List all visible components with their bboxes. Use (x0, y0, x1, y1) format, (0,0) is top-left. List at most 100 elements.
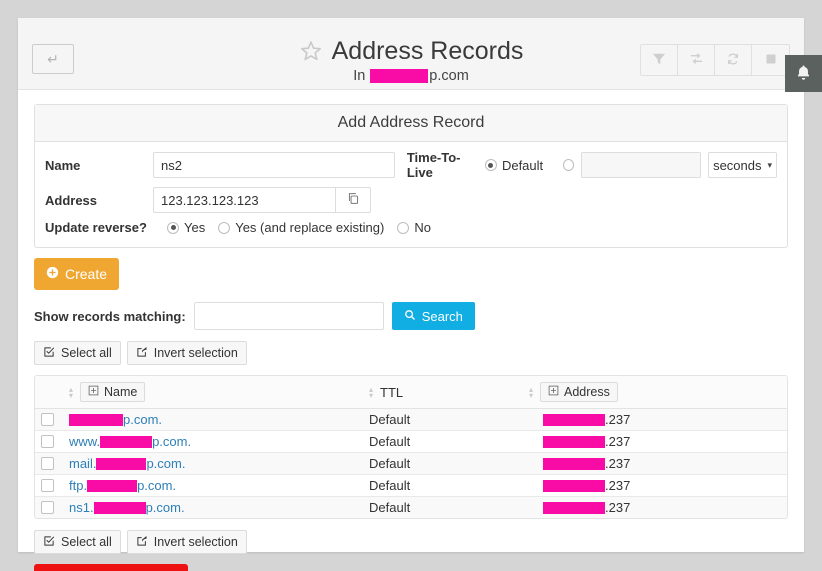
record-name-suffix: p.com. (146, 456, 185, 471)
table-header-row: ▴▾ Name (35, 376, 787, 409)
record-name-suffix: p.com. (123, 412, 162, 427)
redacted-domain (87, 480, 137, 492)
selection-toolbar-top: Select all Invert selection (34, 341, 788, 365)
record-address-suffix: .237 (605, 412, 630, 427)
record-name-link[interactable]: www.p.com. (69, 434, 191, 449)
select-all-button-top[interactable]: Select all (34, 341, 121, 365)
row-checkbox[interactable] (41, 435, 54, 448)
ttl-custom-radio[interactable] (563, 159, 574, 171)
search-icon (404, 309, 416, 324)
column-name-button[interactable]: Name (80, 382, 145, 402)
panel-body: Name Time-To-Live Default seconds (35, 142, 787, 247)
search-row: Show records matching: Search (34, 302, 788, 330)
filter-button[interactable] (641, 45, 678, 75)
update-reverse-option-yes[interactable]: Yes (167, 220, 205, 235)
redacted-domain (69, 414, 123, 426)
check-square-icon (43, 346, 55, 361)
redacted-address (543, 414, 605, 426)
ttl-default-option[interactable]: Default (485, 158, 543, 173)
row-checkbox-cell (35, 497, 63, 519)
update-reverse-label: Update reverse? (45, 220, 167, 235)
record-address-suffix: .237 (605, 500, 630, 515)
sort-ttl-icon[interactable]: ▴▾ (369, 387, 373, 398)
ttl-group: Time-To-Live Default seconds ▾ (407, 150, 777, 180)
record-name-link[interactable]: p.com. (69, 412, 162, 427)
create-button[interactable]: Create (34, 258, 119, 290)
main-card: ↵ Address Records In p.com (18, 18, 804, 552)
swap-icon (689, 51, 704, 69)
record-name-prefix: mail. (69, 456, 96, 471)
redacted-domain (100, 436, 152, 448)
ttl-unit-value: seconds (713, 158, 761, 173)
address-input[interactable] (153, 187, 335, 213)
bell-icon (795, 64, 812, 84)
column-address-button[interactable]: Address (540, 382, 618, 402)
copy-address-button[interactable] (335, 187, 371, 213)
ttl-unit-select[interactable]: seconds ▾ (708, 152, 777, 178)
row-checkbox[interactable] (41, 413, 54, 426)
table-row: ftp.p.com.Default.237 (35, 475, 787, 497)
table-row: mail.p.com.Default.237 (35, 453, 787, 475)
update-reverse-radio-replace[interactable] (218, 222, 230, 234)
row-name-cell: ns1.p.com. (63, 497, 363, 519)
table-row: p.com. Default .237 (35, 409, 787, 431)
header-address-col: ▴▾ Address (523, 376, 787, 409)
sort-address-icon[interactable]: ▴▾ (529, 387, 533, 398)
notifications-button[interactable] (785, 55, 822, 92)
search-label: Show records matching: (34, 309, 186, 324)
update-reverse-radio-no[interactable] (397, 222, 409, 234)
row-checkbox[interactable] (41, 501, 54, 514)
table-body: p.com.Default.237www.p.com.Default.237ma… (35, 409, 787, 519)
sort-name-icon[interactable]: ▴▾ (69, 387, 73, 398)
plus-square-icon (88, 385, 99, 399)
search-input[interactable] (194, 302, 384, 330)
record-address-suffix: .237 (605, 456, 630, 471)
header-toolbar (640, 44, 790, 76)
ttl-custom-input[interactable] (581, 152, 701, 178)
page-root: ↵ Address Records In p.com (0, 0, 822, 571)
record-name-prefix: www. (69, 434, 100, 449)
copy-icon (347, 192, 360, 208)
search-button[interactable]: Search (392, 302, 475, 330)
update-reverse-row: Update reverse? Yes Yes (and replace exi… (45, 220, 777, 235)
invert-selection-label-bottom: Invert selection (154, 535, 238, 549)
ttl-default-radio[interactable] (485, 159, 497, 171)
invert-icon (136, 535, 148, 550)
check-square-icon (43, 535, 55, 550)
record-name-link[interactable]: ftp.p.com. (69, 478, 176, 493)
update-reverse-option-replace[interactable]: Yes (and replace existing) (218, 220, 384, 235)
update-reverse-label-yes: Yes (184, 220, 205, 235)
redacted-domain (94, 502, 146, 514)
select-all-button-bottom[interactable]: Select all (34, 530, 121, 554)
swap-button[interactable] (678, 45, 715, 75)
address-label: Address (45, 193, 153, 208)
row-ttl-cell: Default (363, 409, 523, 431)
add-address-panel: Add Address Record Name Time-To-Live Def… (34, 104, 788, 248)
update-reverse-label-replace: Yes (and replace existing) (235, 220, 384, 235)
plus-circle-icon (46, 266, 59, 282)
subtitle-prefix: In (353, 68, 365, 84)
update-reverse-radio-yes[interactable] (167, 222, 179, 234)
update-reverse-label-no: No (414, 220, 431, 235)
footer-actions: Delete Selected ✔ Delete reverses too? (34, 564, 788, 571)
stop-button[interactable] (752, 45, 789, 75)
invert-selection-button-bottom[interactable]: Invert selection (127, 530, 247, 554)
header-checkbox-col (35, 376, 63, 409)
star-outline-icon[interactable] (299, 39, 323, 63)
name-input[interactable] (153, 152, 395, 178)
row-checkbox[interactable] (41, 457, 54, 470)
records-table-wrapper: ▴▾ Name (34, 375, 788, 519)
delete-selected-button[interactable]: Delete Selected (34, 564, 188, 571)
row-ttl-cell: Default (363, 431, 523, 453)
invert-selection-label-top: Invert selection (154, 346, 238, 360)
row-address-cell: .237 (523, 497, 787, 519)
row-checkbox[interactable] (41, 479, 54, 492)
record-name-link[interactable]: ns1.p.com. (69, 500, 185, 515)
create-button-label: Create (65, 266, 107, 282)
update-reverse-option-no[interactable]: No (397, 220, 431, 235)
record-address-suffix: .237 (605, 434, 630, 449)
invert-selection-button-top[interactable]: Invert selection (127, 341, 247, 365)
refresh-button[interactable] (715, 45, 752, 75)
invert-icon (136, 346, 148, 361)
record-name-link[interactable]: mail. p.com. (69, 456, 185, 471)
